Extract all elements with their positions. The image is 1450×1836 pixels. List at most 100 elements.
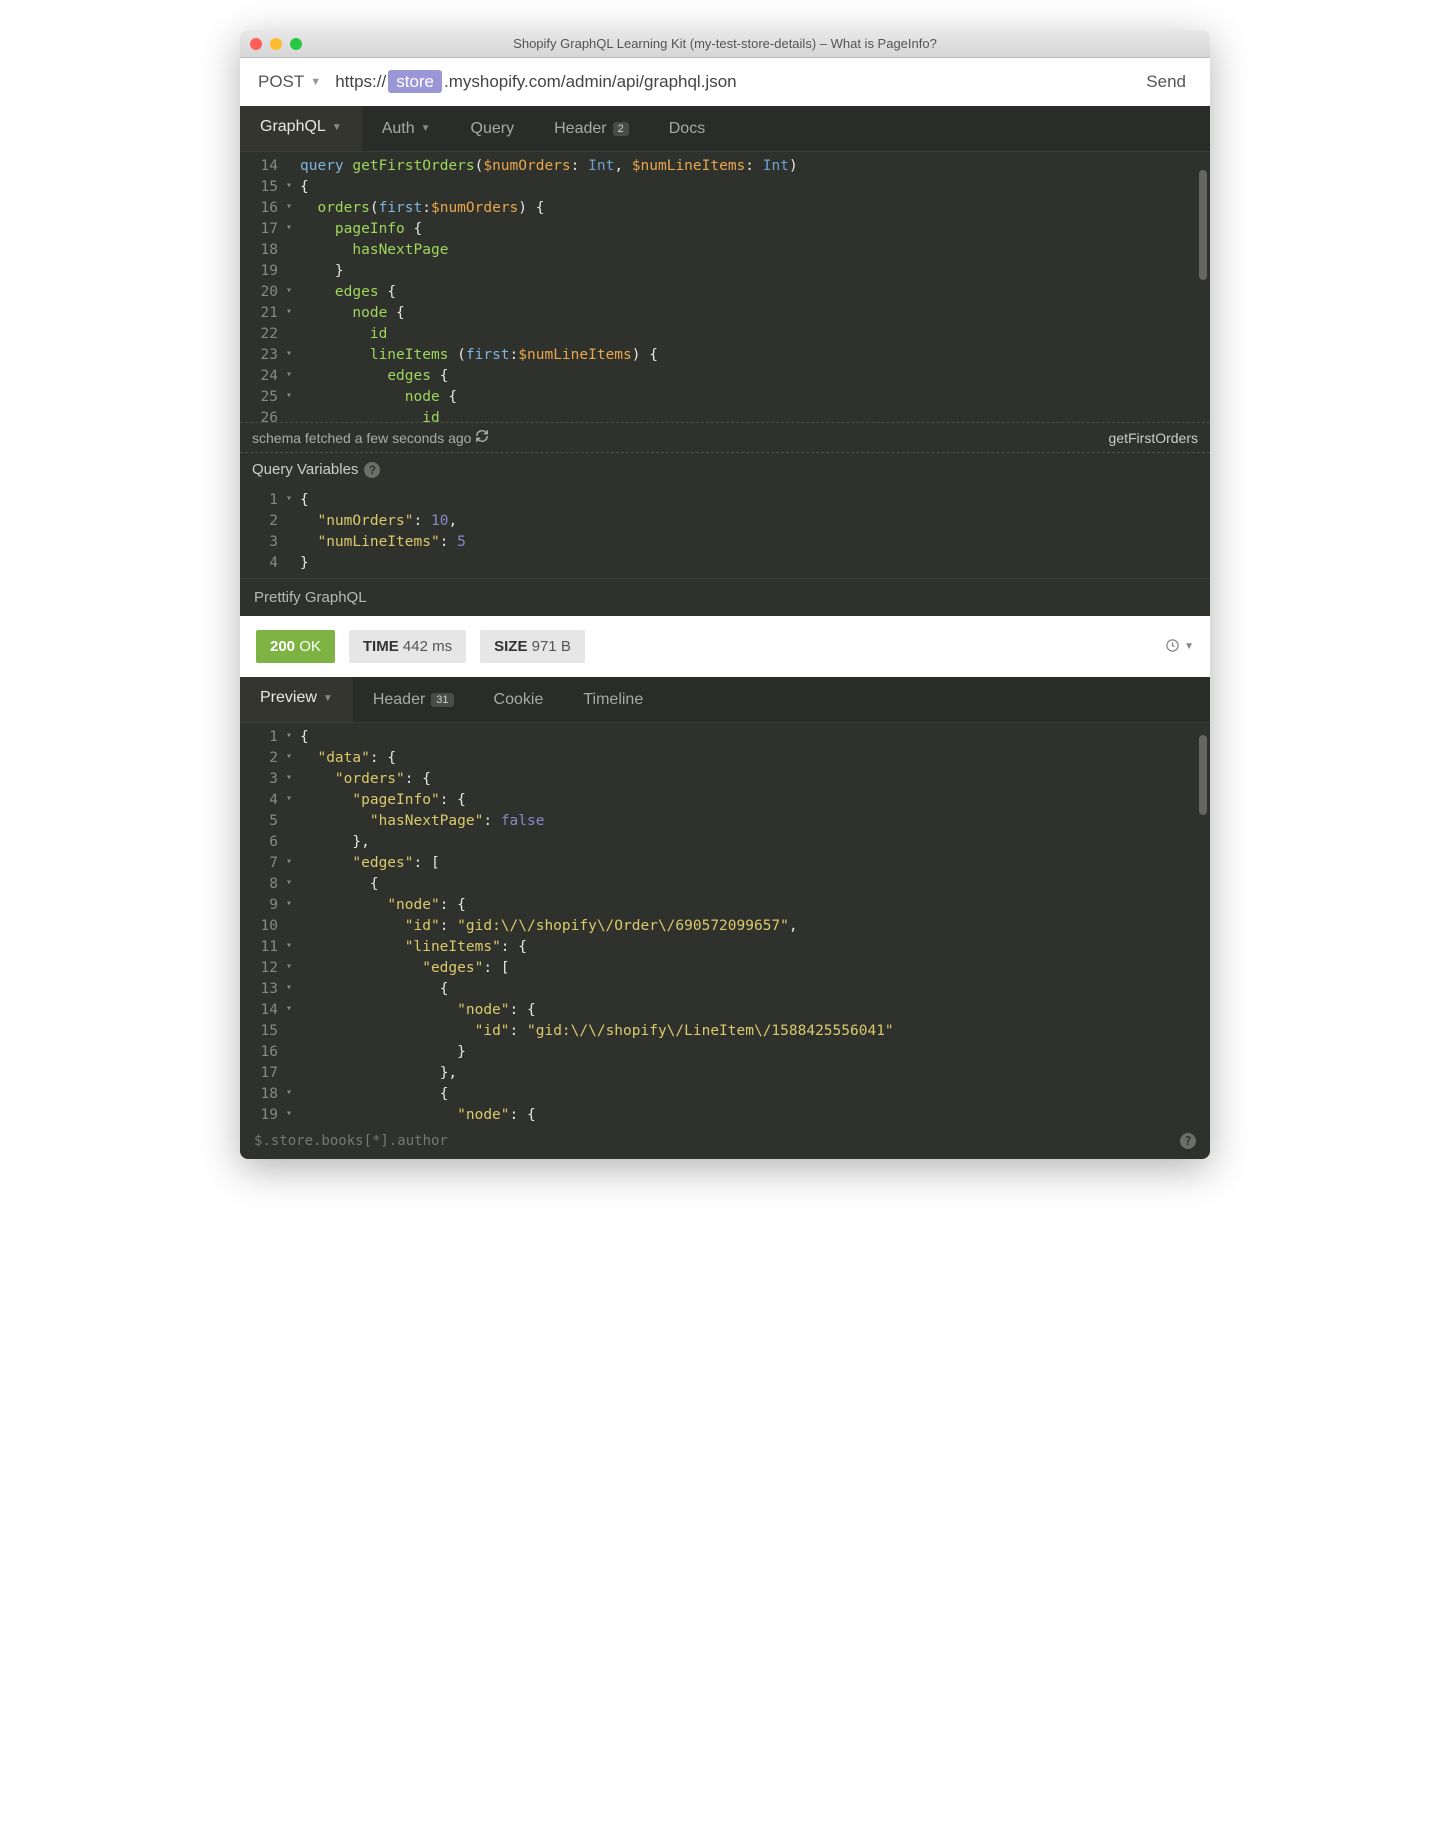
line-number: 20 <box>244 282 286 303</box>
fold-toggle <box>286 832 300 853</box>
code-line: 20▾ edges { <box>244 282 1210 303</box>
line-number: 13 <box>244 979 286 1000</box>
fold-toggle[interactable]: ▾ <box>286 727 300 748</box>
fold-toggle[interactable]: ▾ <box>286 937 300 958</box>
fold-toggle[interactable]: ▾ <box>286 874 300 895</box>
tab-preview-label: Preview <box>260 689 317 707</box>
tab-timeline[interactable]: Timeline <box>563 679 663 721</box>
fold-toggle[interactable]: ▾ <box>286 198 300 219</box>
tab-cookie-label: Cookie <box>494 691 544 709</box>
query-variables-editor[interactable]: 1▾{2 "numOrders": 10,3 "numLineItems": 5… <box>240 486 1210 578</box>
help-icon[interactable]: ? <box>364 462 380 478</box>
query-variables-header[interactable]: Query Variables ? <box>240 453 1210 486</box>
close-window-button[interactable] <box>250 38 262 50</box>
code-content: "numOrders": 10, <box>300 511 1210 532</box>
line-number: 1 <box>244 490 286 511</box>
tab-docs[interactable]: Docs <box>649 108 725 150</box>
fold-toggle[interactable]: ▾ <box>286 790 300 811</box>
line-number: 17 <box>244 1063 286 1084</box>
query-variables-label: Query Variables <box>252 461 358 478</box>
url-input[interactable]: https://store.myshopify.com/admin/api/gr… <box>335 72 1126 92</box>
code-line: 4▾ "pageInfo": { <box>244 790 1210 811</box>
history-dropdown[interactable]: ▼ <box>1165 638 1194 656</box>
tab-graphql[interactable]: GraphQL ▼ <box>240 106 362 151</box>
line-number: 26 <box>244 408 286 422</box>
code-content: "pageInfo": { <box>300 790 1210 811</box>
code-content: lineItems (first:$numLineItems) { <box>300 345 1210 366</box>
fold-toggle <box>286 811 300 832</box>
tab-preview[interactable]: Preview ▼ <box>240 677 353 722</box>
scrollbar-thumb[interactable] <box>1199 170 1207 280</box>
line-number: 22 <box>244 324 286 345</box>
fold-toggle[interactable]: ▾ <box>286 769 300 790</box>
fold-toggle[interactable]: ▾ <box>286 219 300 240</box>
code-line: 13▾ { <box>244 979 1210 1000</box>
fold-toggle[interactable]: ▾ <box>286 1105 300 1123</box>
fold-toggle[interactable]: ▾ <box>286 303 300 324</box>
code-content: query getFirstOrders($numOrders: Int, $n… <box>300 156 1210 177</box>
fold-toggle[interactable]: ▾ <box>286 748 300 769</box>
fold-toggle[interactable]: ▾ <box>286 366 300 387</box>
code-content: }, <box>300 832 1210 853</box>
line-number: 4 <box>244 790 286 811</box>
fold-toggle[interactable]: ▾ <box>286 345 300 366</box>
code-content: id <box>300 408 1210 422</box>
app-window: Shopify GraphQL Learning Kit (my-test-st… <box>240 30 1210 1159</box>
line-number: 21 <box>244 303 286 324</box>
size-label: SIZE <box>494 638 527 655</box>
fold-toggle[interactable]: ▾ <box>286 282 300 303</box>
tab-auth[interactable]: Auth ▼ <box>362 108 451 150</box>
tab-response-header[interactable]: Header 31 <box>353 679 474 721</box>
line-number: 16 <box>244 198 286 219</box>
status-badge: 200 OK <box>256 630 335 663</box>
graphql-query-editor[interactable]: 14query getFirstOrders($numOrders: Int, … <box>240 152 1210 422</box>
line-number: 7 <box>244 853 286 874</box>
fold-toggle[interactable]: ▾ <box>286 979 300 1000</box>
tab-query-label: Query <box>471 120 515 138</box>
code-line: 22 id <box>244 324 1210 345</box>
tab-cookie[interactable]: Cookie <box>474 679 564 721</box>
help-icon[interactable]: ? <box>1180 1133 1196 1149</box>
line-number: 5 <box>244 811 286 832</box>
code-line: 24▾ edges { <box>244 366 1210 387</box>
window-title: Shopify GraphQL Learning Kit (my-test-st… <box>250 36 1200 51</box>
clock-icon <box>1165 638 1180 656</box>
fold-toggle[interactable]: ▾ <box>286 490 300 511</box>
fold-toggle <box>286 324 300 345</box>
fold-toggle <box>286 408 300 422</box>
fold-toggle[interactable]: ▾ <box>286 1000 300 1021</box>
prettify-button[interactable]: Prettify GraphQL <box>240 578 1210 616</box>
tab-header[interactable]: Header 2 <box>534 108 649 150</box>
fold-toggle[interactable]: ▾ <box>286 1084 300 1105</box>
size-badge: SIZE 971 B <box>480 630 585 663</box>
tab-query[interactable]: Query <box>451 108 535 150</box>
code-line: 1▾{ <box>244 490 1210 511</box>
code-line: 11▾ "lineItems": { <box>244 937 1210 958</box>
schema-status-bar: schema fetched a few seconds ago getFirs… <box>240 422 1210 453</box>
code-line: 14▾ "node": { <box>244 1000 1210 1021</box>
fold-toggle <box>286 532 300 553</box>
code-line: 25▾ node { <box>244 387 1210 408</box>
code-line: 3▾ "orders": { <box>244 769 1210 790</box>
url-variable-chip[interactable]: store <box>388 70 442 93</box>
line-number: 3 <box>244 532 286 553</box>
response-body-viewer[interactable]: 1▾{2▾ "data": {3▾ "orders": {4▾ "pageInf… <box>240 723 1210 1123</box>
send-button[interactable]: Send <box>1140 72 1192 92</box>
code-content: } <box>300 1042 1210 1063</box>
line-number: 6 <box>244 832 286 853</box>
fold-toggle[interactable]: ▾ <box>286 895 300 916</box>
line-number: 2 <box>244 748 286 769</box>
fold-toggle[interactable]: ▾ <box>286 387 300 408</box>
operation-name[interactable]: getFirstOrders <box>1109 430 1198 446</box>
scrollbar-thumb[interactable] <box>1199 735 1207 815</box>
fold-toggle[interactable]: ▾ <box>286 853 300 874</box>
fold-toggle[interactable]: ▾ <box>286 958 300 979</box>
line-number: 8 <box>244 874 286 895</box>
jsonpath-input[interactable]: $.store.books[*].author <box>254 1133 448 1149</box>
refresh-icon[interactable] <box>475 429 489 446</box>
fold-toggle[interactable]: ▾ <box>286 177 300 198</box>
minimize-window-button[interactable] <box>270 38 282 50</box>
http-method-dropdown[interactable]: POST ▼ <box>258 72 321 92</box>
code-content: node { <box>300 303 1210 324</box>
maximize-window-button[interactable] <box>290 38 302 50</box>
